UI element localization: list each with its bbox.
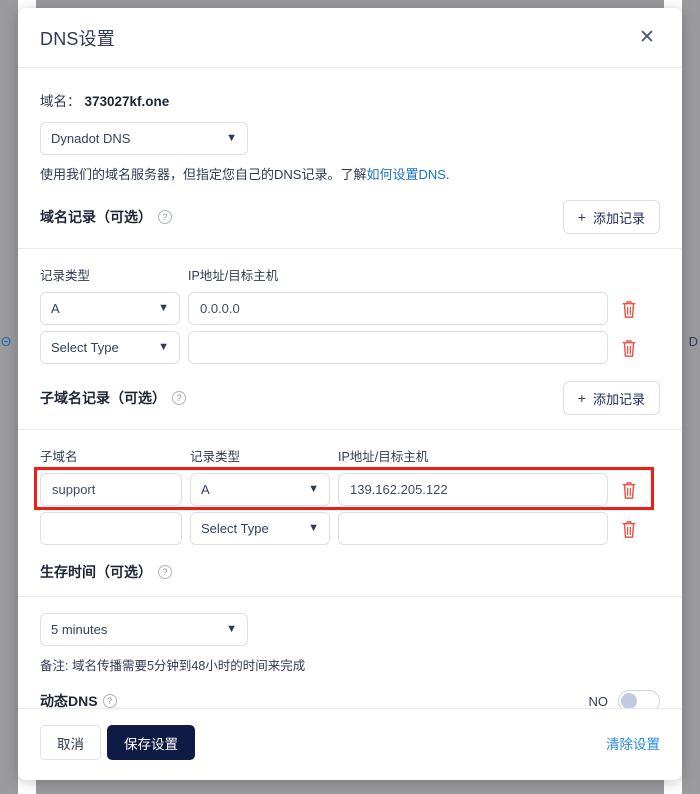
ttl-header: 生存时间（可选） ?: [40, 562, 660, 596]
table-row: Select Type ▼: [40, 512, 660, 545]
trash-icon[interactable]: [620, 480, 638, 500]
domain-records-table: 记录类型 IP地址/目标主机 A ▼ 0.0.0.0 Select Type ▼: [40, 249, 660, 364]
column-header-ip-target: IP地址/目标主机: [338, 450, 429, 464]
add-domain-record-button[interactable]: + 添加记录: [562, 200, 660, 234]
domain-line: 域名： 373027kf.one: [40, 68, 660, 110]
subdomain-record-type-value-0: A: [201, 482, 210, 497]
domain-record-value-input-1[interactable]: [188, 331, 608, 364]
chevron-down-icon: ▼: [158, 341, 169, 353]
ttl-title: 生存时间（可选） ?: [40, 562, 172, 582]
chevron-down-icon: ▼: [308, 522, 319, 534]
subdomain-records-title: 子域名记录（可选） ?: [40, 388, 186, 408]
ttl-select-value: 5 minutes: [51, 622, 108, 637]
ttl-select[interactable]: 5 minutes ▼: [40, 613, 248, 646]
dns-settings-modal: DNS设置 ✕ 域名： 373027kf.one Dynadot DNS ▼ 使用…: [18, 8, 682, 780]
subdomain-records-columns: 子域名 记录类型 IP地址/目标主机: [40, 446, 660, 465]
subdomain-records-title-text: 子域名记录（可选）: [40, 390, 166, 406]
column-header-ip-target: IP地址/目标主机: [188, 269, 279, 283]
domain-record-type-select-0[interactable]: A ▼: [40, 292, 180, 325]
clear-settings-link[interactable]: 清除设置: [606, 733, 660, 753]
table-row: A ▼: [34, 467, 660, 510]
plus-icon: +: [577, 209, 586, 225]
subdomain-value-input-1[interactable]: [338, 512, 608, 545]
domain-records-title: 域名记录（可选） ?: [40, 207, 172, 227]
ttl-section: 5 minutes ▼ 备注: 域名传播需要5分钟到48小时的时间来完成: [40, 597, 660, 674]
ttl-note: 备注: 域名传播需要5分钟到48小时的时间来完成: [40, 659, 306, 673]
help-icon[interactable]: ?: [172, 391, 186, 405]
table-row: Select Type ▼: [40, 331, 660, 364]
nameserver-select[interactable]: Dynadot DNS ▼: [40, 122, 248, 155]
save-button[interactable]: 保存设置: [107, 725, 195, 760]
toggle-knob: [621, 693, 637, 708]
column-header-subdomain: 子域名: [40, 450, 78, 464]
description-text-before: 使用我们的域名服务器，但指定您自己的DNS记录。了解: [40, 167, 367, 182]
domain-value: 373027kf.one: [84, 94, 170, 109]
trash-icon[interactable]: [620, 338, 638, 358]
add-domain-record-label: 添加记录: [592, 210, 645, 226]
table-row: A ▼: [40, 292, 660, 325]
subdomain-name-input-1[interactable]: [40, 512, 182, 545]
column-header-record-type: 记录类型: [40, 269, 91, 283]
subdomain-record-type-value-1: Select Type: [201, 521, 269, 536]
trash-icon[interactable]: [620, 299, 638, 319]
dynamic-dns-row: 动态DNS ? NO: [40, 690, 660, 708]
plus-icon: +: [577, 390, 586, 406]
help-icon[interactable]: ?: [158, 565, 172, 579]
modal-footer: 取消 保存设置 清除设置: [18, 708, 682, 780]
dynamic-dns-label: 动态DNS: [40, 693, 98, 708]
dynamic-dns-state: NO: [588, 693, 609, 709]
add-subdomain-record-button[interactable]: + 添加记录: [562, 381, 660, 415]
nameserver-select-value: Dynadot DNS: [51, 131, 131, 146]
chevron-down-icon: ▼: [158, 302, 169, 314]
modal-header: DNS设置 ✕: [18, 8, 682, 68]
domain-record-type-value-0: A: [51, 301, 60, 316]
dynamic-dns-control: NO: [588, 690, 660, 709]
domain-records-columns: 记录类型 IP地址/目标主机: [40, 265, 660, 284]
chevron-down-icon: ▼: [226, 623, 237, 635]
domain-records-header: 域名记录（可选） ? + 添加记录: [40, 200, 660, 248]
help-icon[interactable]: ?: [158, 210, 172, 224]
domain-label: 域名：: [40, 94, 81, 109]
subdomain-record-type-select-0[interactable]: A ▼: [190, 473, 330, 506]
dynamic-dns-toggle[interactable]: [618, 690, 660, 708]
dynamic-dns-label-group: 动态DNS ?: [40, 691, 117, 708]
chevron-down-icon: ▼: [226, 132, 237, 144]
domain-record-type-value-1: Select Type: [51, 340, 119, 355]
domain-record-value-input-0[interactable]: [188, 292, 608, 325]
subdomain-value-input-0[interactable]: [338, 473, 608, 506]
subdomain-records-table: 子域名 记录类型 IP地址/目标主机 A ▼: [34, 430, 660, 545]
subdomain-name-input-0[interactable]: [40, 473, 182, 506]
subdomain-record-type-select-1[interactable]: Select Type ▼: [190, 512, 330, 545]
help-icon[interactable]: ?: [102, 694, 117, 708]
page-title: DNS设置: [40, 28, 116, 49]
background-glyph-right: D: [688, 334, 698, 349]
column-header-record-type: 记录类型: [190, 450, 241, 464]
close-icon[interactable]: ✕: [634, 25, 660, 51]
description-text-after: .: [445, 167, 450, 182]
background-glyph-left: Θ: [1, 334, 12, 349]
how-to-setup-dns-link[interactable]: 如何设置DNS: [366, 167, 445, 182]
trash-icon[interactable]: [620, 519, 638, 539]
nameserver-description: 使用我们的域名服务器，但指定您自己的DNS记录。了解如何设置DNS.: [40, 164, 660, 183]
domain-records-title-text: 域名记录（可选）: [40, 209, 152, 225]
cancel-button[interactable]: 取消: [40, 725, 101, 760]
domain-record-type-select-1[interactable]: Select Type ▼: [40, 331, 180, 364]
modal-body: 域名： 373027kf.one Dynadot DNS ▼ 使用我们的域名服务器…: [18, 68, 682, 708]
ttl-title-text: 生存时间（可选）: [40, 564, 152, 580]
subdomain-records-header: 子域名记录（可选） ? + 添加记录: [40, 381, 660, 429]
chevron-down-icon: ▼: [308, 483, 319, 495]
add-subdomain-record-label: 添加记录: [592, 391, 645, 407]
